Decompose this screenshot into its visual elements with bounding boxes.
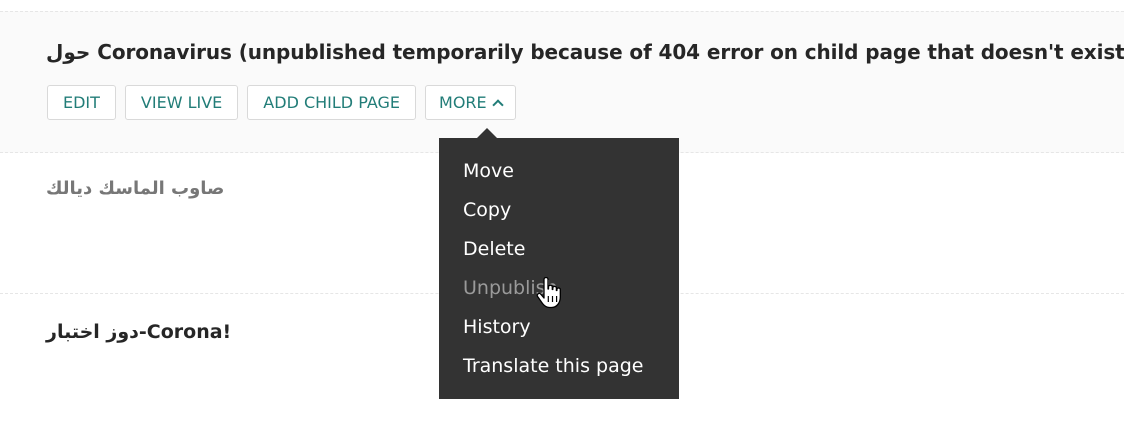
menu-item-copy[interactable]: Copy [439,191,679,230]
page-title[interactable]: صاوب الماسك ديالك [46,178,224,199]
menu-item-history[interactable]: History [439,308,679,347]
menu-item-delete[interactable]: Delete [439,230,679,269]
hand-pointer-icon [536,277,561,309]
more-button-label: MORE [439,93,487,112]
edit-button[interactable]: EDIT [47,85,116,120]
add-child-page-button[interactable]: ADD CHILD PAGE [247,85,417,120]
menu-item-move[interactable]: Move [439,152,679,191]
more-dropdown-menu: Move Copy Delete Unpublish History Trans… [439,128,679,399]
more-button[interactable]: MORE [425,85,516,120]
menu-item-translate[interactable]: Translate this page [439,347,679,386]
page-actions: EDIT VIEW LIVE ADD CHILD PAGE MORE [47,85,516,120]
page-title[interactable]: حول Coronavirus (unpublished temporarily… [46,40,1124,64]
view-live-button[interactable]: VIEW LIVE [124,85,239,120]
page-row-coronavirus: حول Coronavirus (unpublished temporarily… [0,11,1124,153]
page-title[interactable]: دوز اختبار-Corona! [46,321,231,343]
chevron-up-icon [491,98,504,111]
